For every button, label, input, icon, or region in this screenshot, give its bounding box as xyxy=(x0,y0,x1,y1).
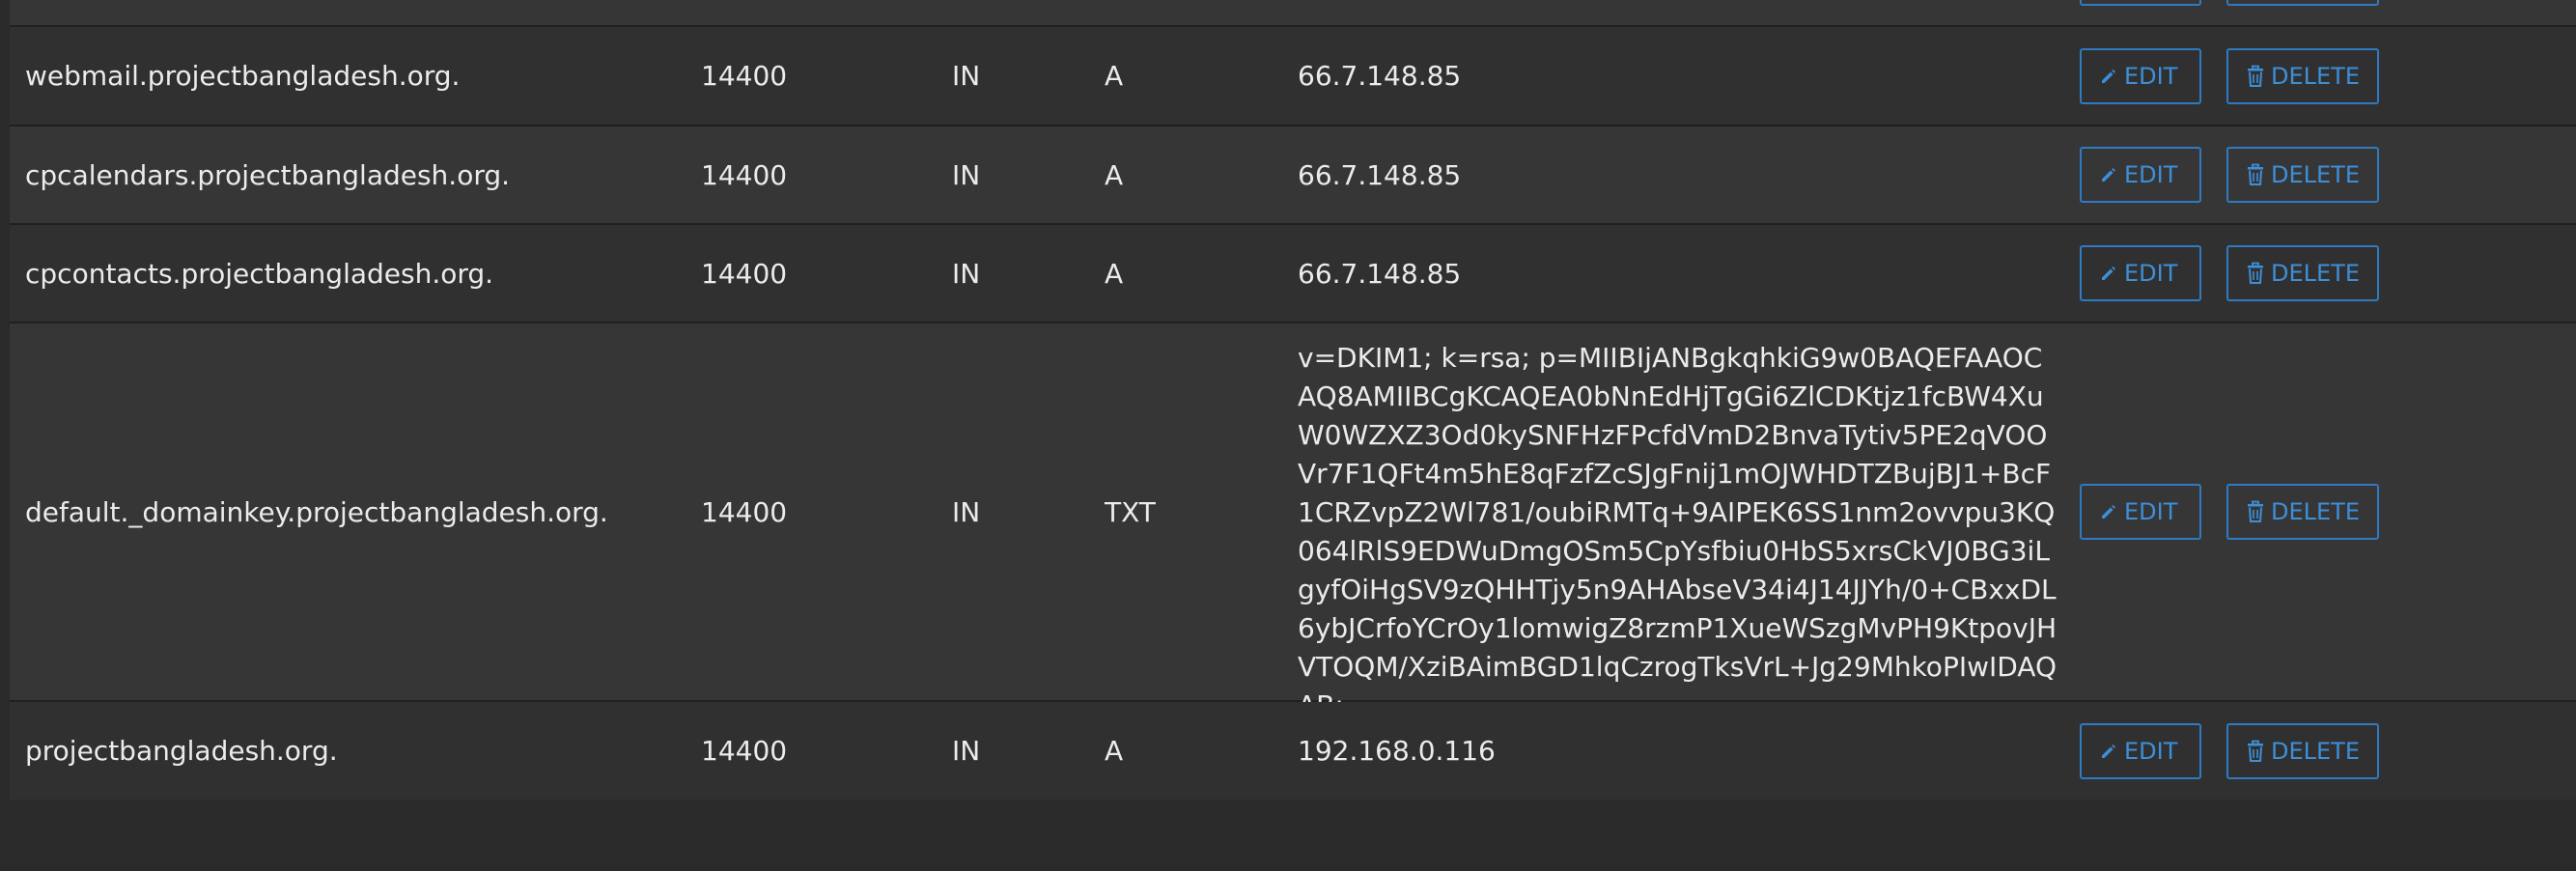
trash-icon xyxy=(2246,65,2265,88)
row-actions: EDIT DELETE xyxy=(2080,126,2379,223)
record-type: A xyxy=(1105,257,1124,290)
edit-label: EDIT xyxy=(2124,737,2178,765)
record-type: A xyxy=(1105,60,1124,92)
record-ttl: 14400 xyxy=(701,735,788,767)
trash-icon xyxy=(2246,740,2265,763)
table-row: webmail.projectbangladesh.org. 14400 IN … xyxy=(10,27,2576,126)
row-actions: EDIT DELETE xyxy=(2080,225,2379,322)
record-type: TXT xyxy=(1105,495,1156,528)
record-ttl: 14400 xyxy=(701,60,788,92)
row-actions: EDIT DELETE xyxy=(2080,27,2379,125)
record-name: projectbangladesh.org. xyxy=(25,735,338,767)
record-ttl: 14400 xyxy=(701,158,788,191)
trash-icon xyxy=(2246,163,2265,186)
record-type: A xyxy=(1105,735,1124,767)
record-value: 192.168.0.116 xyxy=(1298,735,1496,767)
edit-button[interactable]: EDIT xyxy=(2080,245,2201,301)
record-type: A xyxy=(1105,158,1124,191)
record-value: 66.7.148.85 xyxy=(1298,158,1462,191)
record-ttl: 14400 xyxy=(701,257,788,290)
edit-button[interactable] xyxy=(2080,0,2201,6)
edit-button[interactable]: EDIT xyxy=(2080,722,2201,779)
record-name: cpcontacts.projectbangladesh.org. xyxy=(25,257,494,290)
record-name: default._domainkey.projectbangladesh.org… xyxy=(25,495,608,528)
delete-label: DELETE xyxy=(2271,161,2361,188)
edit-label: EDIT xyxy=(2124,62,2178,90)
edit-button[interactable]: EDIT xyxy=(2080,47,2201,104)
delete-label: DELETE xyxy=(2271,62,2361,90)
record-name: webmail.projectbangladesh.org. xyxy=(25,60,461,92)
pencil-icon xyxy=(2099,67,2118,86)
record-class: IN xyxy=(952,495,981,528)
record-class: IN xyxy=(952,257,981,290)
delete-label: DELETE xyxy=(2271,737,2361,765)
delete-button[interactable]: DELETE xyxy=(2226,722,2379,779)
record-ttl: 14400 xyxy=(701,495,788,528)
table-row: cpcontacts.projectbangladesh.org. 14400 … xyxy=(10,225,2576,323)
record-value: v=DKIM1; k=rsa; p=MIIBIjANBgkqhkiG9w0BAQ… xyxy=(1298,342,2058,721)
trash-icon xyxy=(2246,500,2265,523)
delete-button[interactable]: DELETE xyxy=(2226,147,2379,203)
record-class: IN xyxy=(952,735,981,767)
table-row: cpcalendars.projectbangladesh.org. 14400… xyxy=(10,126,2576,225)
record-class: IN xyxy=(952,158,981,191)
edit-label: EDIT xyxy=(2124,161,2178,188)
row-actions: EDIT DELETE xyxy=(2080,323,2379,700)
table-row xyxy=(10,0,2576,27)
delete-button[interactable]: DELETE xyxy=(2226,245,2379,301)
record-class: IN xyxy=(952,60,981,92)
dns-records-table: webmail.projectbangladesh.org. 14400 IN … xyxy=(10,0,2576,800)
pencil-icon xyxy=(2099,165,2118,184)
record-value: 66.7.148.85 xyxy=(1298,60,1462,92)
record-value: 66.7.148.85 xyxy=(1298,257,1462,290)
pencil-icon xyxy=(2099,502,2118,521)
table-row: projectbangladesh.org. 14400 IN A 192.16… xyxy=(10,702,2576,800)
edit-button[interactable]: EDIT xyxy=(2080,147,2201,203)
edit-label: EDIT xyxy=(2124,498,2178,525)
pencil-icon xyxy=(2099,264,2118,283)
trash-icon xyxy=(2246,262,2265,285)
row-actions: EDIT DELETE xyxy=(2080,702,2379,800)
delete-button[interactable] xyxy=(2226,0,2379,6)
delete-button[interactable]: DELETE xyxy=(2226,47,2379,104)
delete-label: DELETE xyxy=(2271,260,2361,287)
delete-button[interactable]: DELETE xyxy=(2226,484,2379,540)
edit-label: EDIT xyxy=(2124,260,2178,287)
table-row: default._domainkey.projectbangladesh.org… xyxy=(10,323,2576,721)
edit-button[interactable]: EDIT xyxy=(2080,484,2201,540)
delete-label: DELETE xyxy=(2271,498,2361,525)
pencil-icon xyxy=(2099,742,2118,761)
record-name: cpcalendars.projectbangladesh.org. xyxy=(25,158,511,191)
